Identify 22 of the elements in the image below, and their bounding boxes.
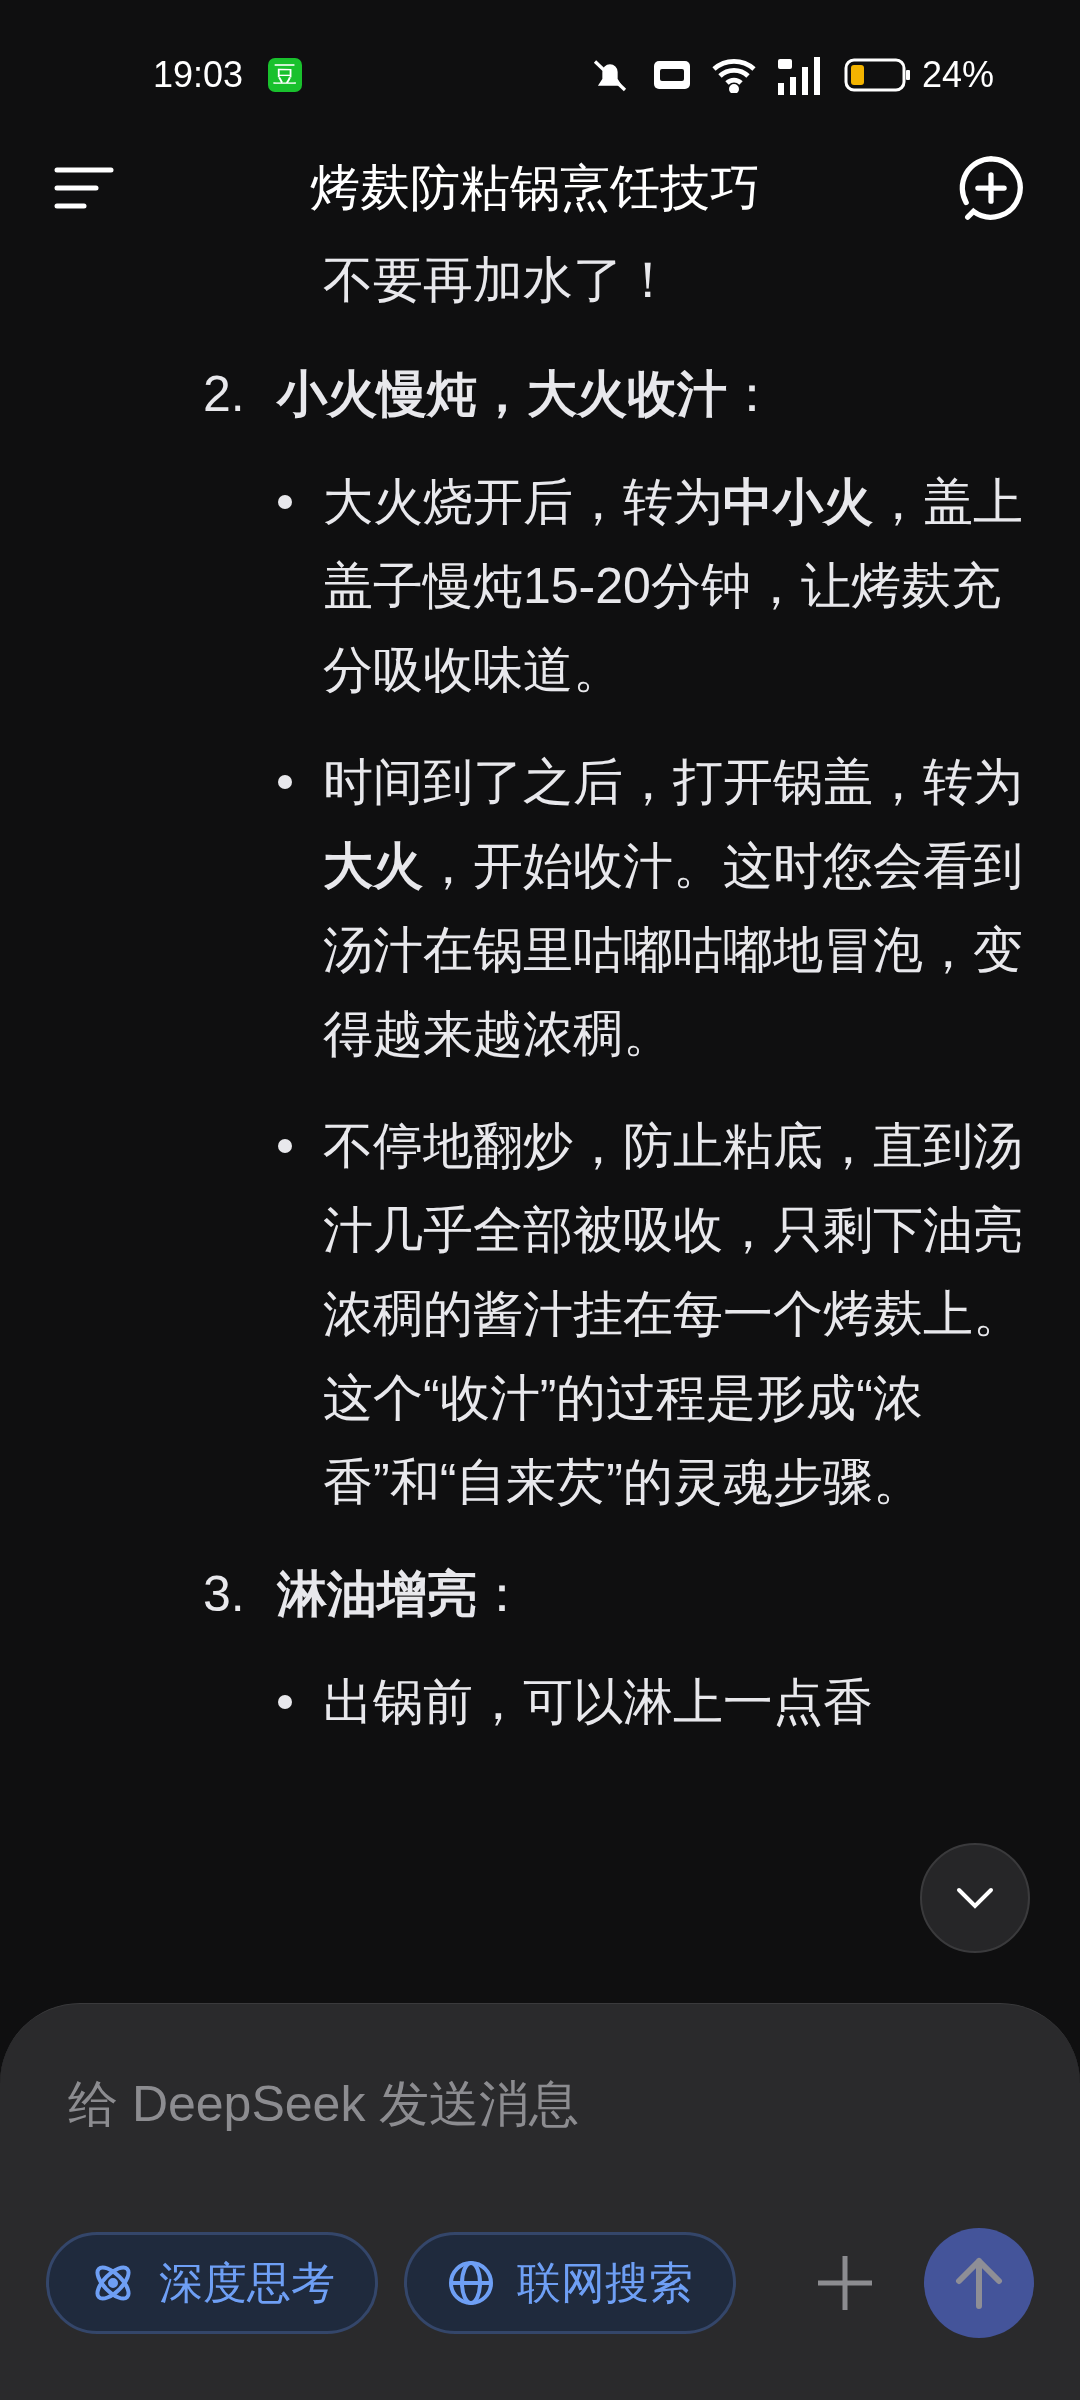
status-time: 19:03 — [153, 53, 244, 97]
bullet-text: 出锅前，可以淋上一点香 — [323, 1673, 874, 1732]
bullet-text: 大火烧开后，转为中小火，盖上盖子慢炖15-20分钟，让烤麸充分吸收味道。 — [323, 473, 1024, 700]
chat-title: 烤麸防粘锅烹饪技巧 — [309, 158, 761, 218]
plus-icon[interactable] — [816, 2254, 874, 2312]
battery-percent: 24% — [921, 53, 994, 97]
menu-icon[interactable] — [54, 166, 114, 210]
arrow-up-icon — [954, 2256, 1004, 2310]
mode-toggle[interactable]: 联网搜索 — [404, 2232, 736, 2334]
message-input[interactable]: 给 DeepSeek 发送消息 — [68, 2064, 968, 2144]
bullet-text: 时间到了之后，打开锅盖，转为大火，开始收汁。这时您会看到汤汁在锅里咕嘟咕嘟地冒泡，变得越来越浓稠。 — [323, 753, 1024, 1064]
battery-icon — [843, 58, 912, 92]
chevron-down-icon — [955, 1886, 995, 1910]
mode-toggle[interactable]: 深度思考 — [46, 2232, 378, 2334]
step-heading: 小火慢炖，大火收汁： — [277, 365, 777, 424]
step-number: 2. — [203, 365, 246, 424]
bullet-text: 不停地翻炒，防止粘底，直到汤汁几乎全部被吸收，只剩下油亮浓稠的酱汁挂在每一个烤麸上。这个“收汁”的过程是形成“浓香”和“自来芡”的灵魂步骤。 — [323, 1117, 1024, 1512]
globe-icon — [447, 2259, 495, 2307]
step-number: 3. — [203, 1565, 246, 1624]
app-badge: 豆 — [268, 58, 303, 92]
answer-text: 不要再加水了！ — [323, 251, 674, 310]
step-heading: 淋油增亮： — [277, 1565, 527, 1624]
